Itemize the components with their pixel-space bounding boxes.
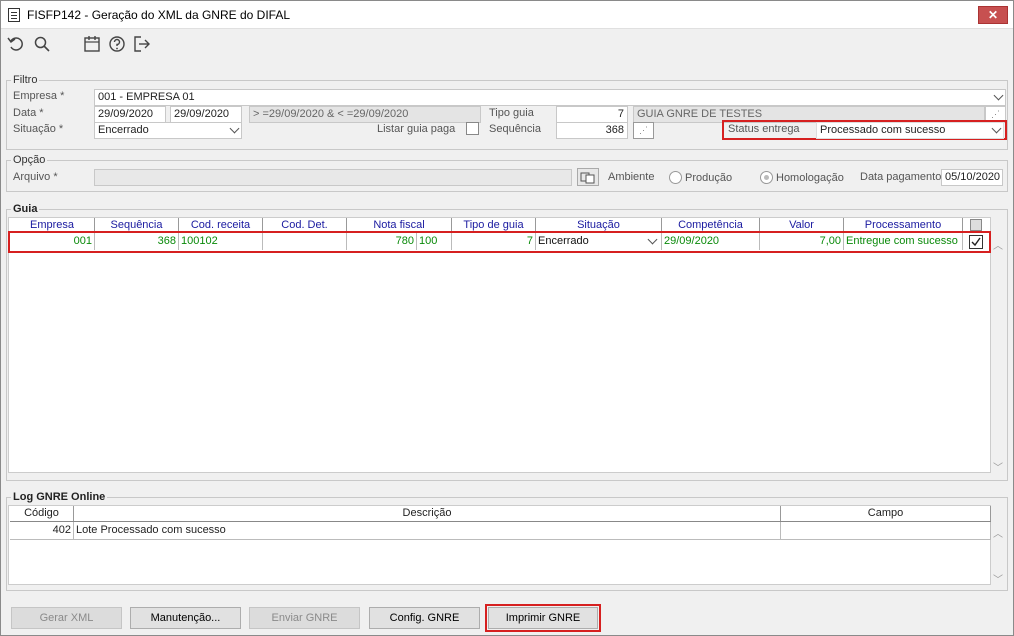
producao-label: Produção	[685, 172, 733, 184]
col-cod-det[interactable]: Cod. Det.	[263, 218, 347, 232]
status-entrega-value: Processado com sucesso	[820, 124, 946, 136]
close-button[interactable]: ✕	[978, 6, 1008, 24]
log-cell-descricao[interactable]: Lote Processado com sucesso	[74, 522, 781, 539]
log-cell-codigo[interactable]: 402	[10, 522, 74, 539]
col-processamento[interactable]: Processamento	[844, 218, 963, 232]
calendar-icon[interactable]	[83, 35, 101, 53]
scroll-up-icon[interactable]: ︿	[993, 237, 1003, 252]
data-from-input[interactable]: 29/09/2020	[94, 106, 166, 123]
col-nota-fiscal[interactable]: Nota fiscal	[347, 218, 452, 232]
empresa-select[interactable]: 001 - EMPRESA 01	[94, 89, 1006, 106]
window-title: FISFP142 - Geração do XML da GNRE do DIF…	[27, 8, 291, 22]
log-col-descricao[interactable]: Descrição	[74, 506, 781, 521]
imprimir-gnre-button[interactable]: Imprimir GNRE	[488, 607, 598, 629]
search-icon[interactable]	[33, 35, 51, 53]
sequencia-lookup-button[interactable]: ⋰	[633, 122, 654, 139]
col-situacao[interactable]: Situação	[536, 218, 662, 232]
arquivo-label: Arquivo *	[13, 171, 58, 183]
opcao-legend: Opção	[11, 154, 48, 166]
chevron-down-icon	[993, 90, 1004, 101]
homologacao-label: Homologação	[776, 172, 844, 184]
scroll-down-icon[interactable]: ﹀	[993, 459, 1003, 474]
enviar-gnre-button[interactable]: Enviar GNRE	[249, 607, 360, 629]
manutencao-button[interactable]: Manutenção...	[130, 607, 241, 629]
log-col-codigo[interactable]: Código	[10, 506, 74, 521]
gerar-xml-button[interactable]: Gerar XML	[11, 607, 122, 629]
log-scroll-up-icon[interactable]: ︿	[993, 525, 1003, 540]
data-to-input[interactable]: 29/09/2020	[170, 106, 242, 123]
folder-browse-icon[interactable]	[577, 168, 599, 186]
chevron-down-icon	[991, 123, 1002, 134]
tipo-guia-label: Tipo guia	[489, 107, 534, 119]
col-valor[interactable]: Valor	[760, 218, 844, 232]
log-scroll-down-icon[interactable]: ﹀	[993, 571, 1003, 586]
row-highlight	[8, 231, 991, 253]
data-pagamento-label: Data pagamento	[860, 171, 942, 183]
exit-icon[interactable]	[133, 35, 151, 53]
producao-radio[interactable]	[669, 171, 682, 184]
col-competencia[interactable]: Competência	[662, 218, 760, 232]
arquivo-input[interactable]	[94, 169, 572, 186]
col-empresa[interactable]: Empresa	[10, 218, 95, 232]
empresa-value: 001 - EMPRESA 01	[98, 91, 195, 103]
log-legend: Log GNRE Online	[11, 491, 108, 503]
listar-guia-paga-label: Listar guia paga	[377, 123, 456, 135]
select-all-checkbox[interactable]	[970, 219, 982, 231]
document-icon	[8, 8, 20, 22]
situacao-label: Situação *	[13, 123, 64, 135]
col-sequencia[interactable]: Sequência	[95, 218, 179, 232]
chevron-down-icon	[229, 123, 240, 134]
log-col-campo[interactable]: Campo	[781, 506, 991, 521]
main-window: FISFP142 - Geração do XML da GNRE do DIF…	[0, 0, 1014, 636]
sequencia-label: Sequência	[489, 123, 541, 135]
tipo-guia-code-input[interactable]: 7	[556, 106, 628, 123]
data-expression: > =29/09/2020 & < =29/09/2020	[249, 106, 481, 123]
empresa-label: Empresa *	[13, 90, 65, 102]
undo-icon[interactable]	[7, 35, 25, 53]
data-label: Data *	[13, 107, 44, 119]
situacao-select[interactable]: Encerrado	[94, 122, 242, 139]
homologacao-radio[interactable]	[760, 171, 773, 184]
help-icon[interactable]	[108, 35, 126, 53]
ambiente-label: Ambiente	[608, 171, 655, 183]
col-cod-receita[interactable]: Cod. receita	[179, 218, 263, 232]
log-cell-campo[interactable]	[781, 522, 991, 539]
guia-legend: Guia	[11, 203, 40, 215]
listar-guia-paga-checkbox[interactable]	[466, 122, 479, 135]
status-entrega-label: Status entrega	[728, 123, 800, 135]
situacao-value: Encerrado	[98, 124, 149, 136]
data-pagamento-input[interactable]: 05/10/2020	[941, 169, 1003, 186]
filtro-legend: Filtro	[11, 74, 40, 86]
title-bar: FISFP142 - Geração do XML da GNRE do DIF…	[1, 1, 1013, 29]
config-gnre-button[interactable]: Config. GNRE	[369, 607, 480, 629]
status-entrega-select[interactable]: Processado com sucesso	[816, 122, 1004, 139]
log-row-divider	[10, 539, 991, 540]
col-tipo-guia[interactable]: Tipo de guia	[452, 218, 536, 232]
sequencia-input[interactable]: 368	[556, 122, 628, 139]
guia-grid	[8, 217, 991, 473]
